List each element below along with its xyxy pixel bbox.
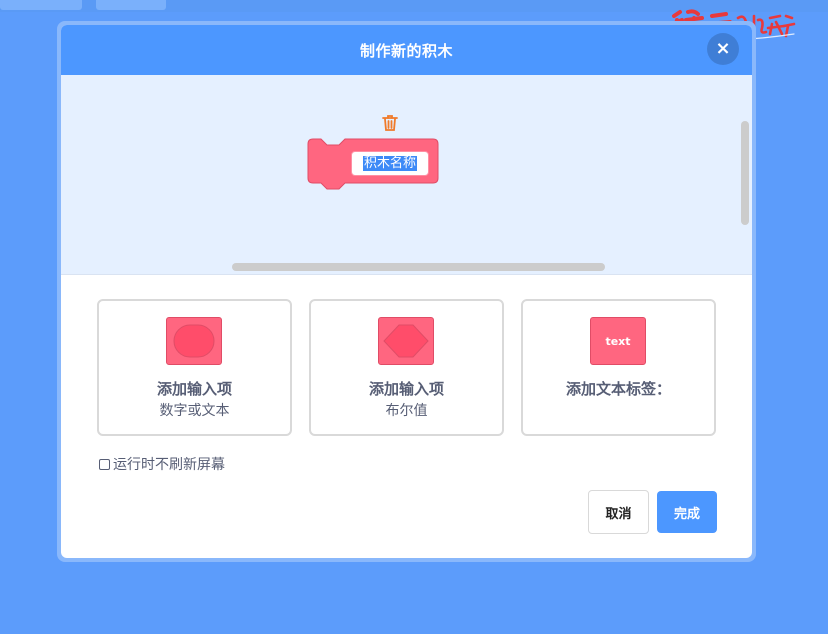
input-options: 添加输入项 数字或文本 添加输入项 布尔值 text 添加文本标签： xyxy=(97,299,717,437)
run-without-refresh-checkbox-row[interactable]: 运行时不刷新屏幕 xyxy=(99,454,225,474)
option-title: 添加输入项 xyxy=(368,380,444,398)
vertical-scrollbar[interactable] xyxy=(741,121,749,225)
top-ghost-tab xyxy=(96,0,166,10)
run-without-refresh-checkbox[interactable] xyxy=(99,458,110,470)
add-boolean-input-option[interactable]: 添加输入项 布尔值 xyxy=(309,299,504,436)
horizontal-scrollbar[interactable] xyxy=(232,263,605,271)
boolean-input-icon xyxy=(378,317,434,365)
text-label-icon: text xyxy=(590,317,646,365)
block-name-value: 积木名称 xyxy=(362,156,417,171)
block-name-input[interactable]: 积木名称 xyxy=(351,151,429,176)
add-number-text-input-option[interactable]: 添加输入项 数字或文本 xyxy=(97,299,292,436)
make-block-dialog: 制作新的积木 × 积木名称 添加输入项 数字或文本 添加输入项 布尔值 text… xyxy=(61,25,752,558)
close-icon: × xyxy=(715,38,731,59)
option-title: 添加输入项 xyxy=(156,380,232,398)
trash-icon[interactable] xyxy=(380,113,400,133)
dialog-title: 制作新的积木 xyxy=(359,41,453,60)
block-preview-workspace[interactable]: 积木名称 xyxy=(61,75,752,275)
text-label-tag: text xyxy=(605,334,631,348)
option-subtitle: 布尔值 xyxy=(385,403,428,419)
option-subtitle: 数字或文本 xyxy=(159,403,230,419)
dialog-header: 制作新的积木 × xyxy=(61,25,752,75)
round-input-icon xyxy=(166,317,222,365)
option-title: 添加文本标签： xyxy=(565,380,671,398)
top-ghost-tab xyxy=(0,0,82,10)
cancel-button[interactable]: 取消 xyxy=(588,490,649,534)
close-button[interactable]: × xyxy=(707,33,739,65)
ok-button[interactable]: 完成 xyxy=(657,491,717,533)
add-text-label-option[interactable]: text 添加文本标签： xyxy=(521,299,716,436)
run-without-refresh-label: 运行时不刷新屏幕 xyxy=(113,457,225,473)
